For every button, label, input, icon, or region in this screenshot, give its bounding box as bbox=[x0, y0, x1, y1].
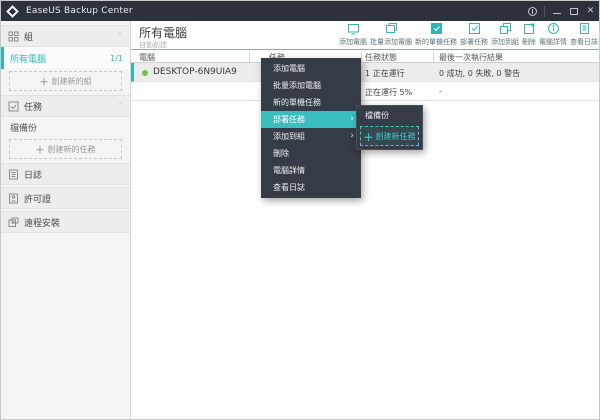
menu-item-deploy-task[interactable]: 部署任務 › bbox=[261, 111, 361, 128]
main-panel: 所有電腦 自動創建 添加電腦 批量添加電腦 新的單機任務 部署任務 添加到組 刪… bbox=[131, 21, 599, 419]
menu-item-add-to-group[interactable]: 添加到組 › bbox=[261, 128, 361, 145]
chevron-up-icon[interactable]: ⌃ bbox=[117, 102, 123, 110]
col-last-result[interactable]: 最後一次執行結果 bbox=[439, 52, 503, 63]
batch-add-computer-icon bbox=[385, 23, 397, 33]
license-icon bbox=[8, 193, 19, 204]
computer-name: DESKTOP-6N9UIA9 bbox=[153, 67, 237, 77]
sidebar-section-tasks[interactable]: 任務 ⌃ bbox=[1, 95, 130, 117]
easeus-logo-icon bbox=[6, 4, 19, 18]
titlebar: EaseUS Backup Center ✕ bbox=[1, 1, 599, 21]
menu-item-computer-details[interactable]: 電腦詳情 bbox=[261, 162, 361, 179]
page-title: 所有電腦 bbox=[139, 26, 188, 40]
window-title: EaseUS Backup Center bbox=[26, 6, 133, 16]
computers-table: 電腦 任務 任務狀態 最後一次執行結果 DESKTOP-6N9UIA9 1 正在… bbox=[131, 49, 599, 101]
titlebar-separator bbox=[544, 5, 545, 17]
add-to-group-button[interactable]: 添加到組 bbox=[491, 22, 519, 47]
submenu-item-file-backup[interactable]: 檔備份 bbox=[357, 107, 422, 125]
online-status-dot bbox=[142, 70, 148, 76]
options-circle-icon bbox=[528, 6, 537, 16]
new-single-task-icon bbox=[430, 23, 442, 34]
create-new-group-button[interactable]: ＋ 創建新的組 bbox=[9, 71, 122, 91]
plus-icon: ＋ bbox=[363, 132, 374, 144]
menu-item-delete[interactable]: 刪除 bbox=[261, 145, 361, 162]
all-computers-label: 所有電腦 bbox=[10, 54, 47, 65]
submenu-arrow-icon: › bbox=[350, 131, 354, 141]
computer-count: 1/1 bbox=[110, 53, 123, 63]
maximize-icon bbox=[569, 7, 578, 15]
computer-details-button[interactable]: 電腦詳情 bbox=[539, 22, 567, 47]
task-progress-cell: 正在運行 5% bbox=[365, 88, 413, 97]
sidebar-item-logs[interactable]: 日誌 bbox=[1, 163, 130, 185]
computer-details-icon bbox=[547, 23, 559, 34]
sidebar-item-license[interactable]: 許可證 bbox=[1, 187, 130, 209]
logs-document-icon bbox=[8, 169, 19, 180]
menu-item-batch-add-computer[interactable]: 批量添加電腦 bbox=[261, 77, 361, 94]
minimize-icon bbox=[552, 13, 561, 14]
table-header: 電腦 任務 任務狀態 最後一次執行結果 bbox=[131, 49, 599, 63]
minimize-button[interactable] bbox=[548, 1, 565, 21]
table-row-computer[interactable]: DESKTOP-6N9UIA9 1 正在運行 0 成功, 0 失敗, 0 警告 bbox=[131, 63, 599, 82]
toolbar: 添加電腦 批量添加電腦 新的單機任務 部署任務 添加到組 刪除 電腦詳情 查看日… bbox=[339, 22, 598, 47]
new-single-task-button[interactable]: 新的單機任務 bbox=[415, 22, 457, 47]
app-window: EaseUS Backup Center ✕ 組 ⌃ 所有電腦 1/1 ＋ 創建… bbox=[0, 0, 600, 420]
plus-icon: ＋ bbox=[35, 145, 45, 156]
table-row-running-task[interactable]: 正在運行 5% - bbox=[131, 82, 599, 101]
col-computer[interactable]: 電腦 bbox=[139, 52, 155, 63]
menu-item-new-single-task[interactable]: 新的單機任務 bbox=[261, 94, 361, 111]
group-grid-icon bbox=[8, 31, 19, 42]
close-button[interactable]: ✕ bbox=[582, 1, 599, 21]
sidebar: 組 ⌃ 所有電腦 1/1 ＋ 創建新的組 任務 ⌃ 檔備份 ＋ 創建新的任務 日… bbox=[1, 21, 131, 419]
remote-install-icon bbox=[8, 217, 19, 228]
tasks-checkbox-icon bbox=[8, 101, 19, 112]
app-options-button[interactable] bbox=[524, 1, 541, 21]
sidebar-section-label: 組 bbox=[24, 32, 34, 43]
add-computer-icon bbox=[347, 24, 359, 35]
create-new-task-button[interactable]: ＋ 創建新的任務 bbox=[9, 139, 122, 159]
deploy-task-button[interactable]: 部署任務 bbox=[460, 22, 488, 47]
maximize-button[interactable] bbox=[565, 1, 582, 21]
view-logs-button[interactable]: 查看日誌 bbox=[570, 22, 598, 47]
menu-item-add-computer[interactable]: 添加電腦 bbox=[261, 60, 361, 77]
last-result-cell: 0 成功, 0 失敗, 0 警告 bbox=[439, 69, 521, 78]
batch-add-computer-button[interactable]: 批量添加電腦 bbox=[370, 22, 412, 47]
sidebar-item-all-computers[interactable]: 所有電腦 1/1 bbox=[1, 47, 130, 69]
sidebar-item-file-backup[interactable]: 檔備份 bbox=[1, 117, 130, 137]
create-new-task-menu-button[interactable]: ＋ 創建新任務 bbox=[360, 126, 419, 146]
add-to-group-icon bbox=[499, 23, 511, 34]
sidebar-item-remote-install[interactable]: 遠程安裝 bbox=[1, 211, 130, 233]
col-task-status[interactable]: 任務狀態 bbox=[365, 52, 397, 63]
sidebar-section-label: 任務 bbox=[24, 102, 43, 113]
add-computer-button[interactable]: 添加電腦 bbox=[339, 22, 367, 47]
deploy-task-icon bbox=[468, 23, 480, 34]
last-result-cell: - bbox=[439, 87, 442, 96]
delete-button[interactable]: 刪除 bbox=[522, 22, 536, 47]
context-menu: 添加電腦 批量添加電腦 新的單機任務 部署任務 › 添加到組 › 刪除 電腦詳情… bbox=[261, 58, 361, 198]
task-status-cell: 1 正在運行 bbox=[365, 69, 405, 78]
deploy-task-submenu: 檔備份 ＋ 創建新任務 bbox=[356, 105, 423, 150]
menu-item-view-logs[interactable]: 查看日誌 bbox=[261, 179, 361, 196]
plus-icon: ＋ bbox=[39, 77, 49, 88]
view-logs-icon bbox=[579, 23, 589, 34]
chevron-up-icon[interactable]: ⌃ bbox=[117, 32, 123, 40]
delete-icon bbox=[523, 23, 535, 34]
sidebar-section-groups[interactable]: 組 ⌃ bbox=[1, 25, 130, 47]
submenu-arrow-icon: › bbox=[350, 114, 354, 124]
